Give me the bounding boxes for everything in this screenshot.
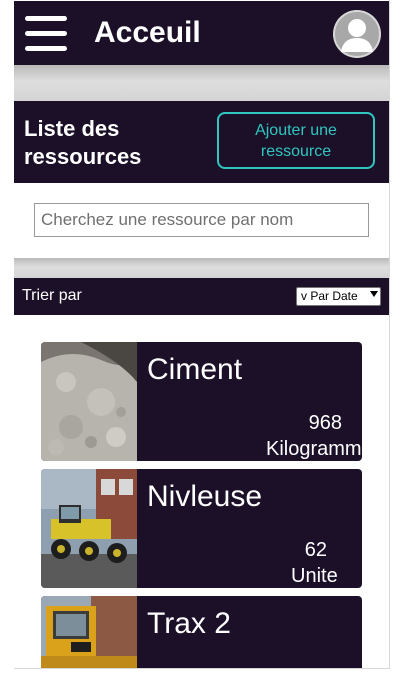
resource-quantity: 62 xyxy=(304,539,327,561)
chevron-down-icon xyxy=(370,291,378,297)
resource-quantity: 968 xyxy=(308,412,342,434)
resource-unit: Unite xyxy=(291,565,338,587)
search-input[interactable] xyxy=(34,203,369,237)
divider-band xyxy=(14,258,389,278)
section-title: Liste des ressources xyxy=(24,116,142,169)
resource-name: Nivleuse xyxy=(147,480,263,513)
resource-name: Trax 2 xyxy=(147,607,231,640)
user-avatar-icon[interactable] xyxy=(333,10,381,58)
resource-image-grader xyxy=(41,469,137,588)
top-bar: Acceuil xyxy=(14,1,389,65)
resource-image-loader xyxy=(41,596,137,668)
sort-selected-value: v Par Date xyxy=(301,289,358,303)
resource-card[interactable]: Trax 2 xyxy=(41,596,362,668)
app-frame: Acceuil Liste des ressources Ajouter une… xyxy=(14,0,390,669)
resource-image-cement xyxy=(41,342,137,461)
page-title: Acceuil xyxy=(94,16,201,49)
hamburger-menu-icon[interactable] xyxy=(25,15,69,53)
resource-unit: Kilogramme xyxy=(266,438,362,460)
sort-label: Trier par xyxy=(22,287,82,304)
resource-card[interactable]: Nivleuse 62 Unite xyxy=(41,469,362,588)
sort-select[interactable]: v Par Date xyxy=(296,287,381,306)
divider-band xyxy=(14,65,389,101)
add-resource-button[interactable]: Ajouter une ressource xyxy=(217,112,375,169)
sort-bar: Trier par v Par Date xyxy=(14,278,389,315)
resources-header: Liste des ressources Ajouter une ressour… xyxy=(14,101,389,183)
resource-name: Ciment xyxy=(147,353,243,386)
resource-card[interactable]: Ciment 968 Kilogramme xyxy=(41,342,362,461)
